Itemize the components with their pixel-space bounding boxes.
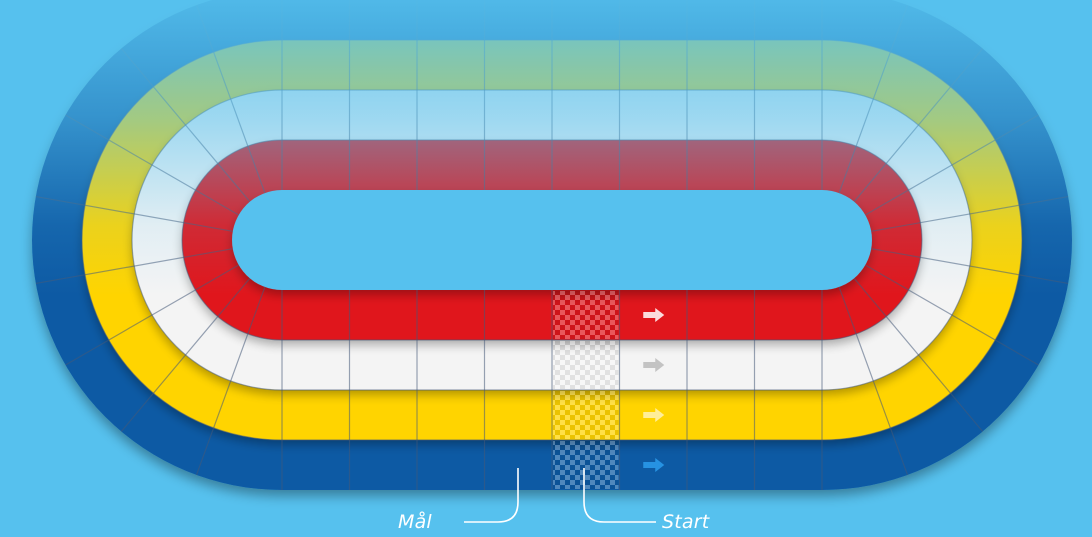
goal-label: Mål [398,511,432,533]
top-fade-overlay [0,0,1092,537]
race-track-board [0,0,1092,537]
start-label: Start [662,511,710,533]
